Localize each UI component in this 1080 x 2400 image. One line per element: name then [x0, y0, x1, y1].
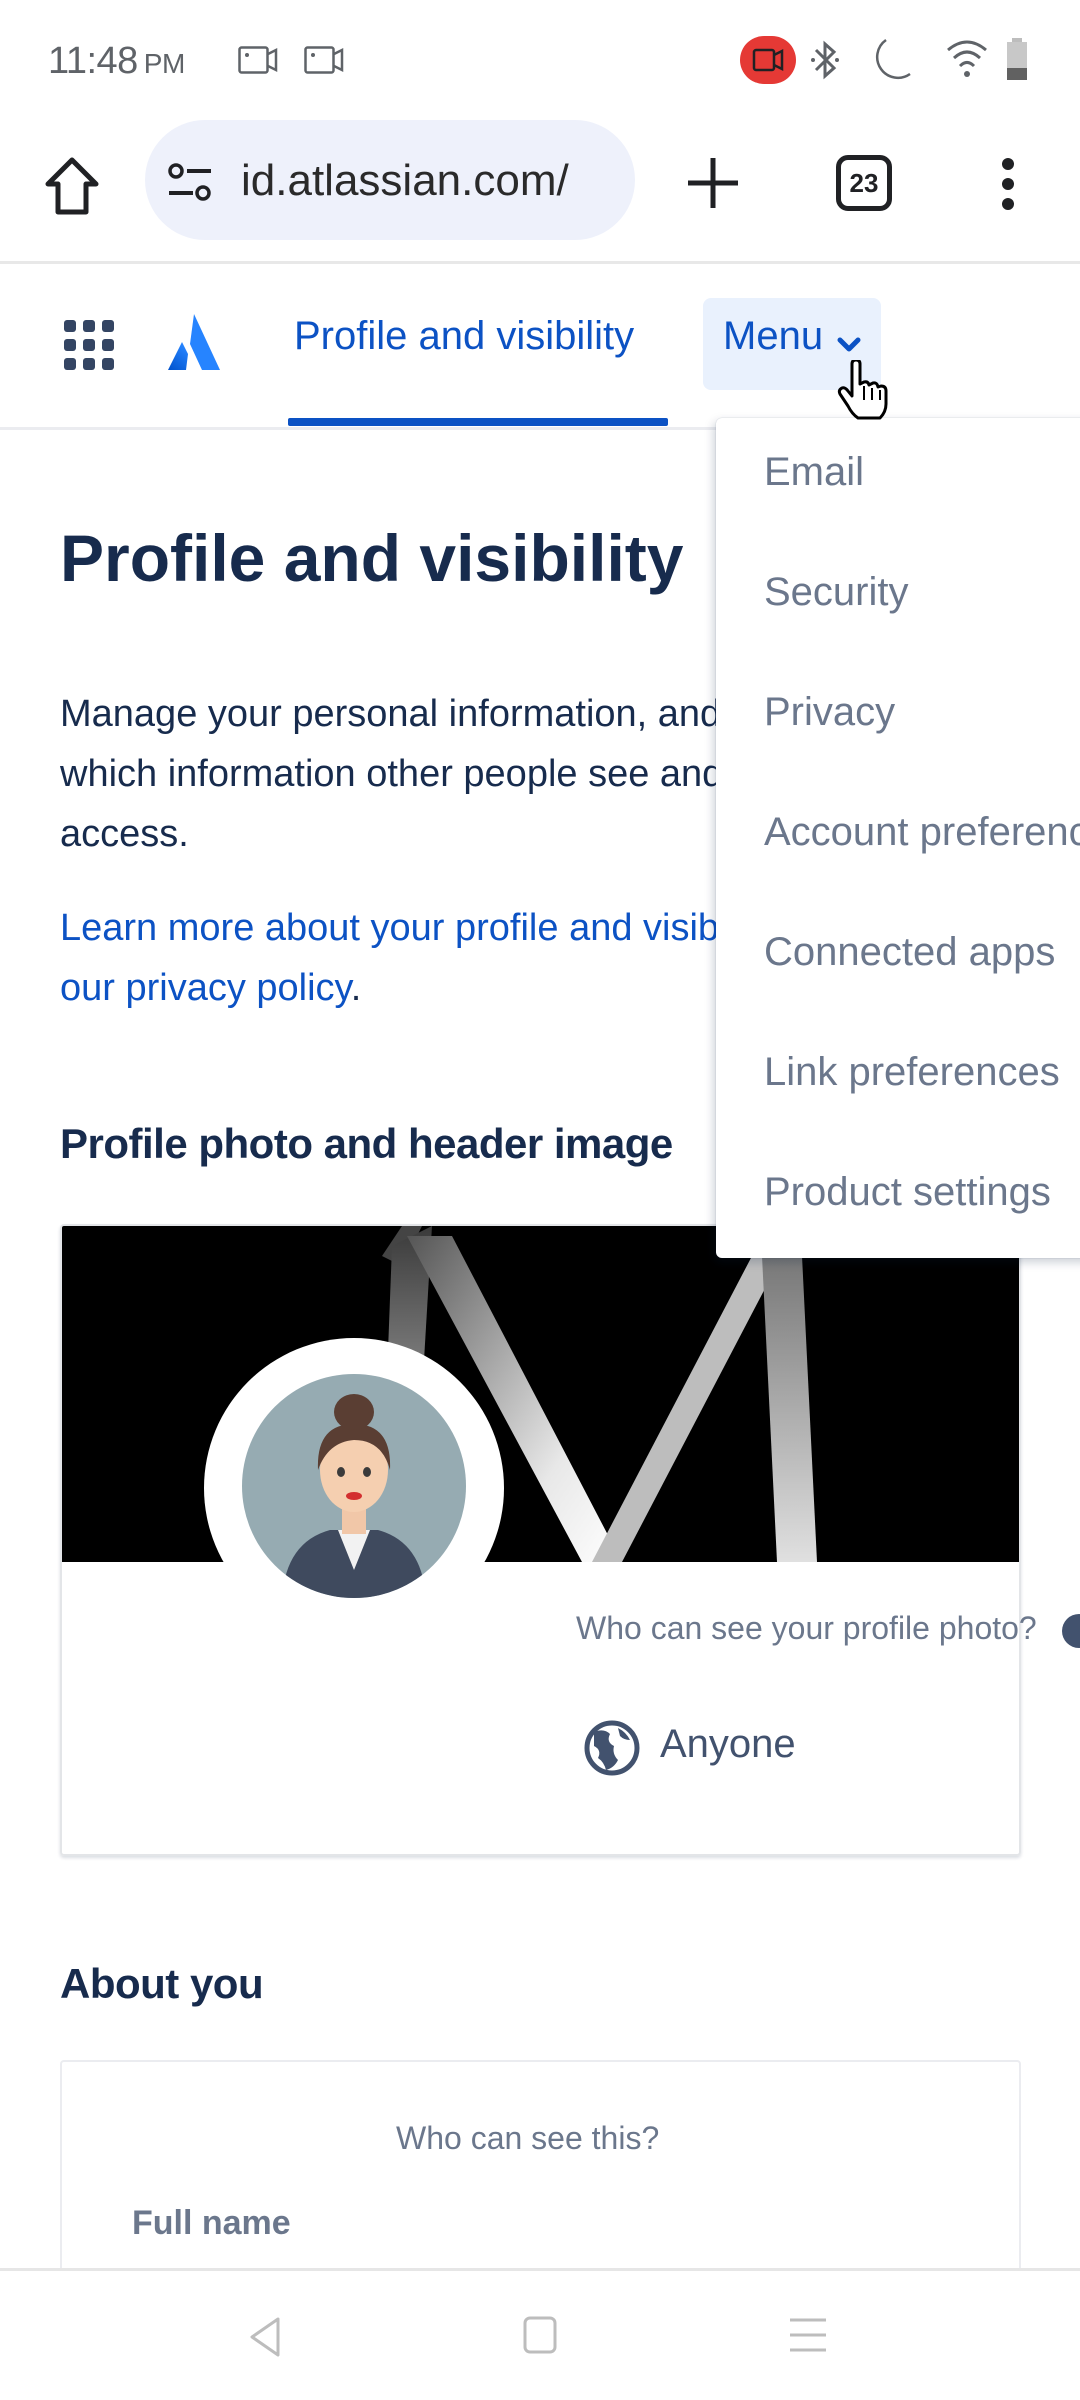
tab-switcher-button[interactable]: 23 — [836, 155, 892, 211]
site-settings-tune-icon[interactable] — [167, 162, 213, 202]
back-icon[interactable] — [246, 2315, 282, 2359]
hand-pointer-cursor-icon — [837, 360, 888, 420]
avatar[interactable] — [242, 1374, 466, 1598]
home-nav-icon[interactable] — [522, 2315, 558, 2355]
avatar-illustration — [282, 1394, 426, 1598]
url-text[interactable]: id.atlassian.com/ — [241, 156, 569, 206]
app-switcher-grid-icon[interactable] — [64, 320, 114, 370]
chevron-down-icon — [837, 337, 861, 352]
time-text: 11:48 — [48, 40, 138, 82]
menu-dropdown: Email Security Privacy Account preferenc… — [716, 418, 1080, 1258]
address-bar[interactable]: id.atlassian.com/ — [145, 120, 635, 240]
menu-item-product-settings[interactable]: Product settings — [764, 1170, 1051, 1215]
new-tab-plus-icon[interactable] — [686, 156, 740, 210]
info-icon[interactable] — [1062, 1614, 1080, 1648]
recents-menu-icon[interactable] — [790, 2317, 826, 2353]
page-title: Profile and visibility — [60, 521, 684, 595]
do-not-disturb-moon-icon — [876, 38, 911, 79]
home-icon[interactable] — [44, 156, 100, 216]
period-text: . — [350, 967, 362, 1009]
recording-active-icon — [740, 36, 796, 84]
status-time: 11:48 PM — [48, 40, 185, 83]
atlassian-logo-icon[interactable] — [164, 314, 222, 372]
menu-item-privacy[interactable]: Privacy — [764, 690, 895, 735]
full-name-label: Full name — [132, 2204, 291, 2242]
menu-item-email[interactable]: Email — [764, 450, 864, 495]
status-bar: 11:48 PM — [0, 0, 1080, 120]
wifi-icon — [947, 40, 987, 77]
ampm-text: PM — [143, 48, 186, 79]
tab-profile-and-visibility[interactable]: Profile and visibility — [294, 314, 634, 359]
visibility-selector[interactable]: Anyone — [660, 1722, 796, 1767]
active-tab-indicator — [288, 418, 668, 426]
screen-record-icon — [304, 46, 344, 74]
menu-item-security[interactable]: Security — [764, 570, 909, 615]
bluetooth-icon — [811, 40, 839, 80]
menu-item-connected-apps[interactable]: Connected apps — [764, 930, 1055, 975]
battery-icon — [1007, 38, 1027, 80]
privacy-policy-link[interactable]: our privacy policy — [60, 967, 351, 1009]
system-navigation-bar — [0, 2268, 1080, 2400]
about-you-section-title: About you — [60, 1960, 264, 2007]
menu-item-link-preferences[interactable]: Link preferences — [764, 1050, 1060, 1095]
about-visibility-label: Who can see this? — [396, 2120, 660, 2156]
browser-toolbar: id.atlassian.com/ 23 — [0, 120, 1080, 264]
menu-item-account-preferences[interactable]: Account preferences — [764, 810, 1080, 855]
more-options-icon[interactable] — [1000, 156, 1016, 212]
profile-photo-card — [60, 1224, 1021, 1856]
profile-photo-section-title: Profile photo and header image — [60, 1120, 673, 1167]
site-navigation: Profile and visibility Menu — [0, 264, 1080, 430]
screen-record-icon — [238, 46, 278, 74]
profile-photo-visibility-label: Who can see your profile photo? — [576, 1610, 1037, 1646]
menu-button-label: Menu — [723, 314, 824, 358]
globe-icon — [584, 1720, 640, 1776]
